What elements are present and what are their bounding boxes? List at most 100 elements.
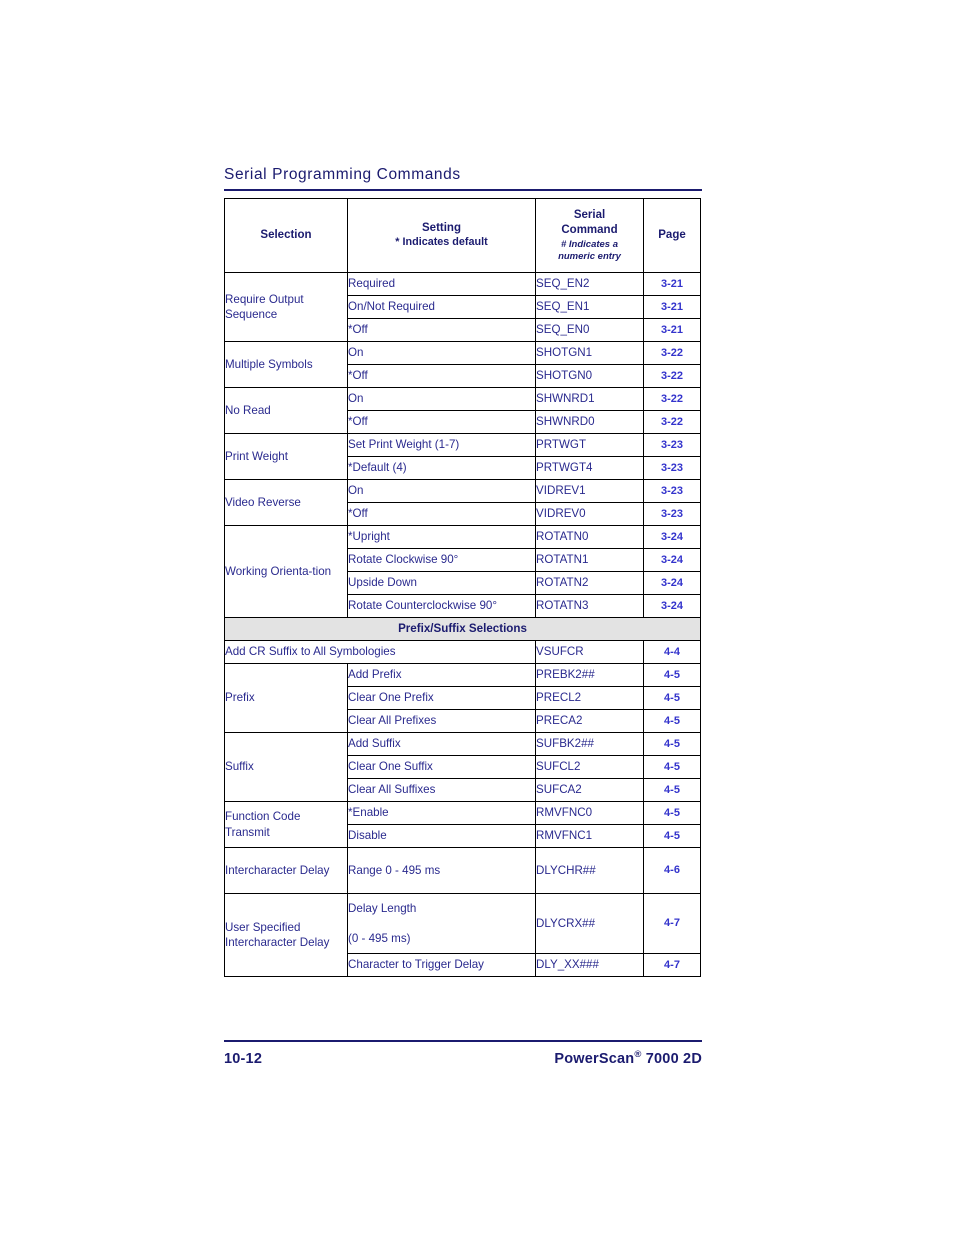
- command-cell: ROTATN1: [535, 548, 644, 572]
- footer-page-number: 10-12: [224, 1050, 263, 1067]
- page-title: Serial Programming Commands: [224, 166, 461, 183]
- page-ref-cell[interactable]: 3-23: [643, 433, 701, 457]
- page-ref-cell[interactable]: 3-24: [643, 594, 701, 618]
- command-cell: SUFBK2##: [535, 732, 644, 756]
- page-ref-cell[interactable]: 4-5: [643, 686, 701, 710]
- command-cell: PRECL2: [535, 686, 644, 710]
- document-page: Serial Programming Commands Selection Se…: [0, 0, 954, 1235]
- command-cell: SEQ_EN2: [535, 272, 644, 296]
- setting-cell: Rotate Counterclockwise 90°: [347, 594, 536, 618]
- setting-cell: Character to Trigger Delay: [347, 953, 536, 977]
- setting-cell: Range 0 - 495 ms: [347, 847, 536, 894]
- table-row: Add CR Suffix to All Symbologies VSUFCR …: [224, 640, 701, 664]
- running-head: Serial Programming Commands: [224, 166, 702, 191]
- delay-length-label: Delay Length: [348, 902, 417, 916]
- selection-cell: No Read: [224, 387, 348, 434]
- table-row: No Read On SHWNRD1 3-22: [224, 387, 701, 434]
- page-ref-cell[interactable]: 3-21: [643, 318, 701, 342]
- column-header-page: Page: [643, 198, 701, 273]
- selection-cell: Video Reverse: [224, 479, 348, 526]
- page-ref-cell[interactable]: 3-21: [643, 272, 701, 296]
- setting-cell: Add Suffix: [347, 732, 536, 756]
- setting-cell: *Off: [347, 364, 536, 388]
- delay-length-range: (0 - 495 ms): [348, 931, 411, 945]
- page-ref-cell[interactable]: 3-24: [643, 548, 701, 572]
- page-ref-cell[interactable]: 3-24: [643, 525, 701, 549]
- setting-cell: Clear One Prefix: [347, 686, 536, 710]
- selection-cell: Working Orienta-tion: [224, 525, 348, 618]
- command-cell: ROTATN2: [535, 571, 644, 595]
- command-cell: VIDREV1: [535, 479, 644, 503]
- selection-cell: Intercharacter Delay: [224, 847, 348, 894]
- page-ref-cell[interactable]: 4-5: [643, 755, 701, 779]
- command-cell: SEQ_EN1: [535, 295, 644, 319]
- table-row: Video Reverse On VIDREV1 3-23: [224, 479, 701, 526]
- footer-product-model: 7000 2D: [641, 1050, 702, 1067]
- page-ref-cell[interactable]: 3-22: [643, 410, 701, 434]
- command-cell: PRTWGT4: [535, 456, 644, 480]
- command-cell: SUFCA2: [535, 778, 644, 802]
- page-ref-cell[interactable]: 4-5: [643, 732, 701, 756]
- setting-cell-delay-length: Delay Length (0 - 495 ms): [347, 893, 536, 954]
- command-cell: PRTWGT: [535, 433, 644, 457]
- setting-cell: On: [347, 387, 536, 411]
- page-ref-cell[interactable]: 3-22: [643, 341, 701, 365]
- page-ref-cell[interactable]: 4-7: [643, 893, 701, 954]
- setting-cell: Disable: [347, 824, 536, 848]
- page-ref-cell[interactable]: 4-7: [643, 953, 701, 977]
- setting-cell: *Default (4): [347, 456, 536, 480]
- page-ref-cell[interactable]: 4-5: [643, 709, 701, 733]
- registered-trademark-icon: ®: [634, 1049, 642, 1060]
- column-header-setting: Setting * Indicates default: [347, 198, 536, 273]
- table-row: Print Weight Set Print Weight (1-7) PRTW…: [224, 433, 701, 480]
- setting-cell: On: [347, 341, 536, 365]
- setting-cell: *Enable: [347, 801, 536, 825]
- page-ref-cell[interactable]: 3-23: [643, 479, 701, 503]
- page-ref-cell[interactable]: 3-22: [643, 364, 701, 388]
- header-divider: [224, 189, 702, 191]
- setting-cell: Clear One Suffix: [347, 755, 536, 779]
- page-ref-cell[interactable]: 3-23: [643, 456, 701, 480]
- page-ref-cell[interactable]: 3-21: [643, 295, 701, 319]
- setting-cell: Add Prefix: [347, 663, 536, 687]
- command-cell: PRECA2: [535, 709, 644, 733]
- setting-cell: On: [347, 479, 536, 503]
- setting-cell: Upside Down: [347, 571, 536, 595]
- page-ref-cell[interactable]: 4-4: [643, 640, 701, 664]
- command-cell: VSUFCR: [535, 640, 644, 664]
- section-heading-prefix-suffix: Prefix/Suffix Selections: [224, 617, 701, 641]
- page-ref-cell[interactable]: 4-5: [643, 663, 701, 687]
- setting-cell: *Off: [347, 410, 536, 434]
- setting-cell: Set Print Weight (1-7): [347, 433, 536, 457]
- page-ref-cell[interactable]: 4-6: [643, 847, 701, 894]
- footer-row: 10-12 PowerScan® 7000 2D: [224, 1049, 702, 1067]
- table-row: User Specified Intercharacter Delay Dela…: [224, 893, 701, 977]
- page-ref-cell[interactable]: 4-5: [643, 801, 701, 825]
- column-header-serial-command: Serial Command # Indicates a numeric ent…: [535, 198, 644, 273]
- setting-cell: *Off: [347, 502, 536, 526]
- table-body: Require Output Sequence Required SEQ_EN2…: [224, 272, 701, 977]
- page-ref-cell[interactable]: 3-22: [643, 387, 701, 411]
- column-header-command-note2: numeric entry: [558, 250, 621, 262]
- page-ref-cell[interactable]: 4-5: [643, 824, 701, 848]
- command-cell: SUFCL2: [535, 755, 644, 779]
- selection-cell: Function Code Transmit: [224, 801, 348, 848]
- command-cell: SHOTGN0: [535, 364, 644, 388]
- setting-cell: *Upright: [347, 525, 536, 549]
- selection-cell: Prefix: [224, 663, 348, 733]
- setting-cell: On/Not Required: [347, 295, 536, 319]
- page-ref-cell[interactable]: 3-24: [643, 571, 701, 595]
- page-ref-cell[interactable]: 4-5: [643, 778, 701, 802]
- footer-product-brand: PowerScan: [554, 1050, 635, 1067]
- command-cell: SHWNRD0: [535, 410, 644, 434]
- selection-cell: Add CR Suffix to All Symbologies: [224, 640, 536, 664]
- page-ref-cell[interactable]: 3-23: [643, 502, 701, 526]
- selection-cell: Require Output Sequence: [224, 272, 348, 342]
- command-cell: RMVFNC0: [535, 801, 644, 825]
- column-header-setting-note: * Indicates default: [395, 236, 488, 249]
- column-header-selection: Selection: [224, 198, 348, 273]
- command-cell: SEQ_EN0: [535, 318, 644, 342]
- command-cell: ROTATN3: [535, 594, 644, 618]
- selection-cell: Multiple Symbols: [224, 341, 348, 388]
- column-header-setting-title: Setting: [422, 221, 461, 234]
